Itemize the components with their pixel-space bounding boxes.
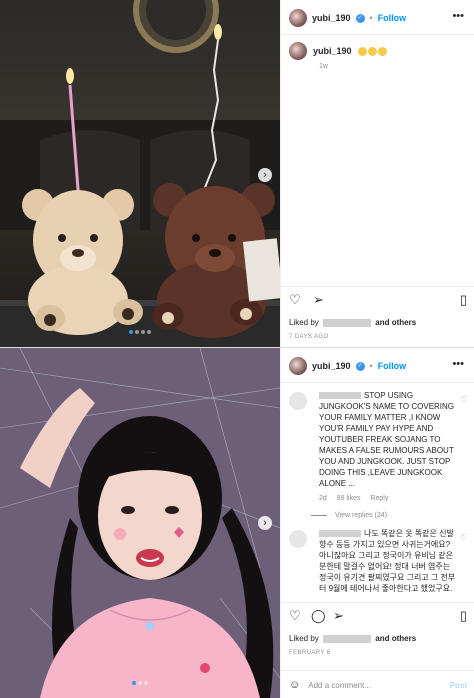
emoji-smile-icon[interactable]: ☺ — [289, 679, 300, 691]
post-button[interactable]: Post — [450, 681, 467, 690]
divider — [281, 382, 474, 383]
divider — [281, 286, 474, 287]
more-icon[interactable]: ••• — [452, 358, 464, 370]
redacted-username — [323, 634, 372, 643]
post-1-sidebar: yubi_190 ✓ • Follow ••• yubi_190 1w ♡ ➢ … — [280, 0, 474, 347]
redacted-username — [319, 392, 361, 400]
username[interactable]: yubi_190 — [312, 13, 351, 23]
verified-badge-icon: ✓ — [355, 13, 365, 23]
post-2-sidebar: yubi_190 ✓ • Follow ••• STOP USING JUNGK… — [280, 348, 474, 698]
caption-time: 1w — [319, 63, 328, 70]
post-1: › yubi_190 ✓ • Follow ••• yubi_190 1w ♡ … — [0, 0, 474, 347]
more-icon[interactable]: ••• — [452, 10, 464, 22]
comment: 나도 똑같은 옷 똑같은 신발 향수 등등 가지고 있으면 사귀는거에요?아니잖… — [289, 528, 467, 594]
follow-button[interactable]: Follow — [378, 13, 407, 23]
heart-icon[interactable]: ♡ — [289, 292, 301, 308]
bookmark-icon[interactable]: ▯ — [460, 292, 467, 308]
comment-input[interactable]: Add a comment... — [308, 681, 449, 690]
comment-icon[interactable]: ◯ — [311, 608, 326, 624]
chevron-right-icon[interactable]: › — [258, 516, 272, 530]
post-2: › yubi_190 ✓ • Follow ••• STOP USING JUN… — [0, 348, 474, 698]
post-header: yubi_190 ✓ • Follow — [289, 356, 406, 376]
post-1-photo[interactable]: › — [0, 0, 280, 347]
heart-icon[interactable]: ♡ — [289, 608, 301, 624]
smile-emoji-icon — [357, 47, 367, 57]
redacted-username — [323, 318, 372, 327]
reply-button[interactable]: Reply — [370, 495, 388, 502]
post-date: 7 DAYS AGO — [289, 334, 329, 340]
post-2-photo[interactable]: › — [0, 348, 280, 698]
avatar[interactable] — [289, 392, 307, 410]
comment-likes[interactable]: 89 likes — [337, 495, 361, 502]
comment-text: STOP USING JUNGKOOK'S NAME TO COVERING Y… — [319, 391, 455, 488]
bookmark-icon[interactable]: ▯ — [460, 608, 467, 624]
carousel-dots — [0, 672, 280, 690]
view-replies-button[interactable]: View replies (24) — [311, 512, 387, 519]
send-icon[interactable]: ➢ — [333, 608, 344, 624]
separator: • — [369, 361, 373, 371]
liked-suffix[interactable]: and others — [375, 318, 416, 327]
liked-suffix[interactable]: and others — [375, 634, 416, 643]
comment-meta: 2d 89 likes Reply — [319, 493, 457, 504]
avatar[interactable] — [289, 9, 307, 27]
comment-text: 나도 똑같은 옷 똑같은 신발 향수 등등 가지고 있으면 사귀는거에요?아니잖… — [319, 529, 456, 593]
heart-icon[interactable]: ♡ — [460, 394, 467, 405]
redacted-username — [319, 530, 361, 538]
post-header: yubi_190 ✓ • Follow — [289, 8, 406, 28]
selfie-image — [0, 348, 280, 698]
comment-time: 2d — [319, 495, 327, 502]
smile-emoji-icon — [367, 47, 377, 57]
divider — [281, 34, 474, 35]
separator: • — [369, 13, 373, 23]
smile-emoji-icon — [377, 47, 387, 57]
avatar[interactable] — [289, 42, 307, 60]
username[interactable]: yubi_190 — [312, 361, 351, 371]
avatar[interactable] — [289, 357, 307, 375]
action-bar: ♡ ◯ ➢ ▯ — [289, 608, 467, 624]
divider — [281, 670, 474, 671]
comment-body: STOP USING JUNGKOOK'S NAME TO COVERING Y… — [319, 390, 457, 504]
avatar[interactable] — [289, 530, 307, 548]
liked-prefix: Liked by — [289, 634, 319, 643]
chevron-right-icon[interactable]: › — [258, 168, 272, 182]
caption-username[interactable]: yubi_190 — [313, 46, 352, 56]
add-comment-bar: ☺ Add a comment... Post — [289, 672, 467, 698]
follow-button[interactable]: Follow — [378, 361, 407, 371]
liked-by: Liked by and others — [289, 318, 416, 327]
post-date: FEBRUARY 6 — [289, 650, 331, 656]
carousel-dots — [0, 321, 280, 339]
verified-badge-icon: ✓ — [355, 361, 365, 371]
send-icon[interactable]: ➢ — [313, 292, 324, 308]
action-bar: ♡ ➢ ▯ — [289, 292, 467, 308]
liked-prefix: Liked by — [289, 318, 319, 327]
comment: STOP USING JUNGKOOK'S NAME TO COVERING Y… — [289, 390, 467, 502]
divider — [281, 602, 474, 603]
view-replies-label: View replies (24) — [335, 512, 388, 519]
caption: yubi_190 — [289, 42, 388, 60]
caption-emojis — [357, 46, 388, 57]
teddy-bear-cakes-image — [0, 0, 280, 347]
liked-by: Liked by and others — [289, 634, 416, 643]
heart-icon[interactable]: ♡ — [460, 532, 467, 543]
comment-body: 나도 똑같은 옷 똑같은 신발 향수 등등 가지고 있으면 사귀는거에요?아니잖… — [319, 528, 457, 594]
